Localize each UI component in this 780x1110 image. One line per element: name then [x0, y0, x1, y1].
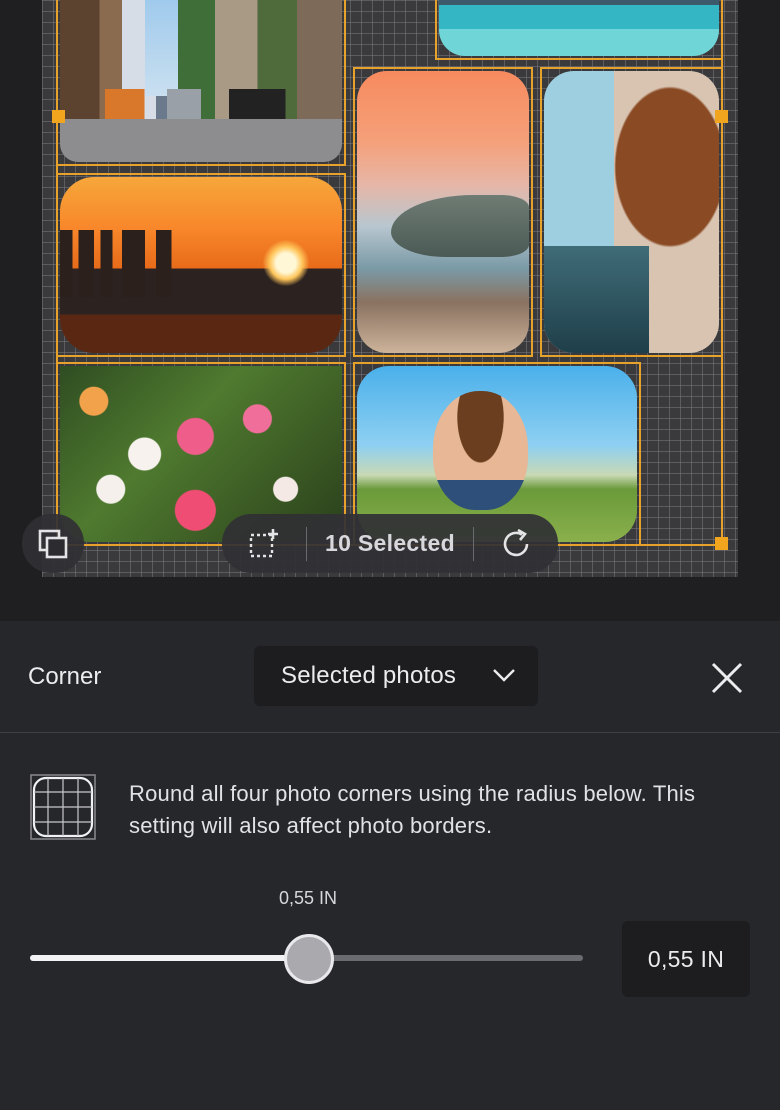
rotate-icon	[503, 528, 529, 556]
layers-button[interactable]	[22, 514, 84, 573]
collage-canvas[interactable]	[42, 0, 738, 577]
panel-header: Corner Selected photos	[0, 621, 780, 733]
photo-turquoise-sea[interactable]	[439, 0, 719, 56]
radius-slider[interactable]	[30, 934, 583, 984]
add-selection-button[interactable]	[222, 514, 306, 573]
photo-mountain-coast[interactable]	[357, 71, 529, 353]
panel-title: Corner	[28, 663, 102, 690]
rotate-button[interactable]	[474, 514, 558, 573]
scope-dropdown-value: Selected photos	[281, 662, 457, 689]
layers-icon	[38, 529, 68, 558]
photo-city-street[interactable]	[60, 0, 342, 162]
selection-count-label: 10 Selected	[325, 530, 455, 556]
slider-value-label: 0,55 IN	[278, 888, 338, 908]
slider-fill	[30, 955, 310, 961]
chevron-down-icon	[493, 669, 515, 682]
resize-handle-left[interactable]	[52, 110, 65, 123]
close-button[interactable]	[708, 659, 746, 697]
resize-handle-bottom-right[interactable]	[715, 537, 728, 550]
add-selection-icon	[249, 528, 278, 557]
corner-grid-icon	[30, 774, 96, 840]
scope-dropdown[interactable]: Selected photos	[254, 646, 538, 706]
close-icon	[711, 662, 743, 694]
corner-settings-panel: Corner Selected photos Round all four ph…	[0, 621, 780, 1110]
photo-woman-sunglasses[interactable]	[544, 71, 719, 353]
resize-handle-right[interactable]	[715, 110, 728, 123]
corner-description: Round all four photo corners using the r…	[129, 781, 696, 838]
photo-city-sunset[interactable]	[60, 177, 342, 353]
selection-toolbar: 10 Selected	[222, 514, 558, 573]
slider-thumb[interactable]	[284, 934, 335, 984]
radius-value-input[interactable]: 0,55 IN	[622, 921, 750, 997]
